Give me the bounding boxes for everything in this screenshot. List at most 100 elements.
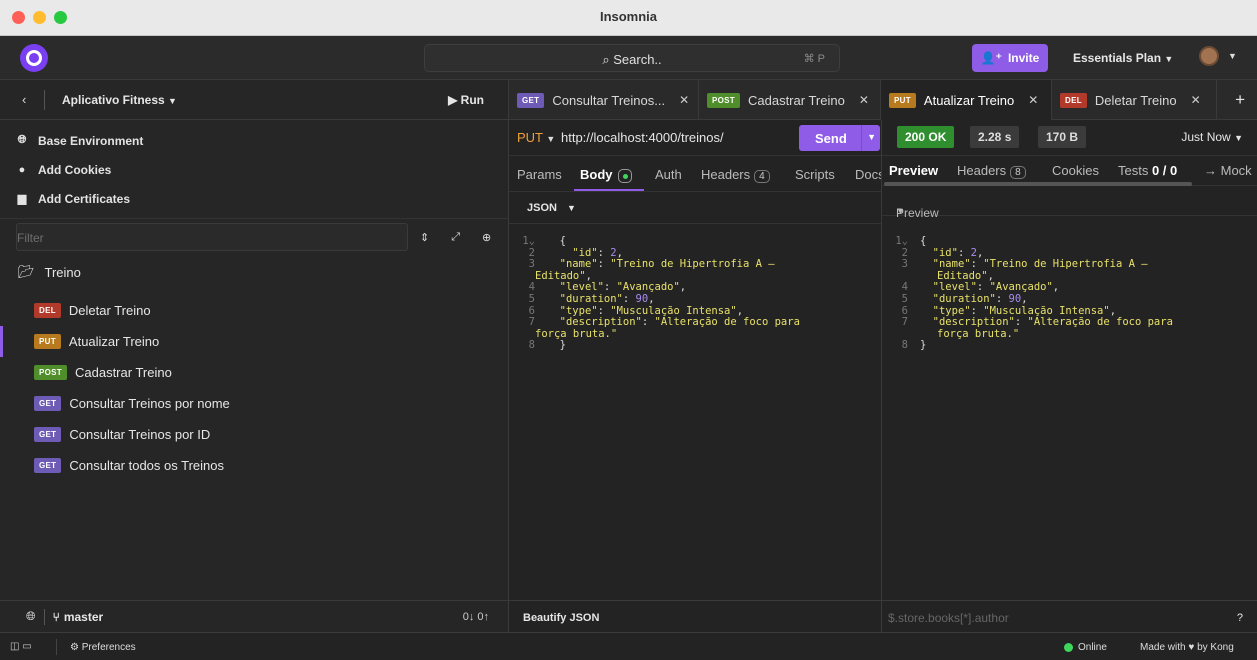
tab-label: Cadastrar Treino — [747, 92, 845, 108]
response-time-badge: 2.28 s — [970, 126, 1020, 148]
close-icon[interactable]: ✕ — [1028, 93, 1038, 107]
insomnia-logo-icon[interactable] — [20, 44, 48, 72]
json-value: "Treino de Hipertrofia A – — [983, 258, 1148, 271]
preview-mode-selector[interactable]: Preview ▼ — [882, 186, 1257, 220]
chevron-down-icon: ▼ — [1164, 54, 1174, 64]
request-pane: PUT ▼ http://localhost:4000/treinos/ Sen… — [509, 120, 882, 632]
add-user-icon: 👤⁺ — [980, 51, 1002, 65]
method-selector[interactable]: PUT ▼ — [517, 130, 555, 145]
tests-count: 0 / 0 — [1151, 163, 1178, 178]
tab-label: Headers — [701, 167, 751, 182]
git-branch-icon: ⑂ — [52, 609, 60, 624]
online-status: Online — [1064, 642, 1107, 653]
close-icon[interactable]: ✕ — [679, 93, 689, 107]
tab-consultar-treinos[interactable]: GET Consultar Treinos... ✕ — [509, 80, 699, 120]
git-sync-status[interactable]: 0↓ 0↑ — [463, 611, 489, 623]
json-value: "Treino de Hipertrofia A – — [610, 258, 775, 271]
tab-cookies[interactable]: Cookies — [1052, 163, 1099, 178]
cookie-icon: ● — [18, 163, 26, 176]
add-icon[interactable]: ⊕ — [482, 231, 491, 244]
method-badge: GET — [34, 396, 62, 411]
base-environment-item[interactable]: 🌐︎ Base Environment — [0, 126, 508, 155]
chevron-left-icon[interactable]: ‹ — [22, 92, 26, 107]
tab-mock[interactable]: → Mock — [1204, 163, 1252, 178]
method-label: PUT — [517, 130, 543, 145]
preferences-button[interactable]: ⚙ Preferences — [70, 642, 136, 653]
request-tabs: GET Consultar Treinos... ✕ POST Cadastrar T… — [509, 80, 1257, 120]
folder-treino[interactable]: 📂︎ Treino — [0, 262, 509, 282]
tab-cadastrar-treino[interactable]: POST Cadastrar Treino ✕ — [699, 80, 881, 120]
search-shortcut: ⌘ P — [803, 53, 825, 65]
list-item[interactable]: DEL Deletar Treino — [0, 295, 509, 326]
json-value: "Alteração de foco para — [1027, 316, 1173, 329]
tab-body[interactable]: Body — [580, 167, 632, 183]
chevron-down-icon[interactable]: ▼ — [1228, 51, 1237, 61]
invite-button[interactable]: 👤⁺ Invite — [972, 44, 1048, 72]
body-type-selector[interactable]: JSON ▼ — [509, 192, 881, 224]
plan-dropdown[interactable]: Essentials Plan ▼ — [1073, 51, 1173, 65]
list-item[interactable]: PUT Atualizar Treino — [0, 326, 509, 357]
url-input[interactable]: http://localhost:4000/treinos/ — [561, 130, 724, 145]
filter-field[interactable] — [16, 223, 408, 251]
git-bar: 🌐︎ ⑂ master 0↓ 0↑ — [0, 600, 509, 632]
window-title: Insomnia — [599, 9, 658, 24]
tab-label: Tests — [1118, 163, 1149, 178]
beautify-json-button[interactable]: Beautify JSON — [509, 600, 881, 632]
new-tab-button[interactable]: + — [1235, 90, 1245, 110]
json-value: 90 — [635, 292, 649, 305]
avatar[interactable] — [1199, 46, 1219, 66]
tab-docs[interactable]: Docs — [855, 167, 881, 182]
send-button[interactable]: Send ▼ — [799, 125, 880, 151]
branch-label: master — [63, 609, 104, 624]
top-bar: ⌕ Search.. ⌘ P 👤⁺ Invite Essentials Plan… — [0, 36, 1257, 80]
response-body-viewer[interactable]: 1⌄{ 2 "id": 2, 3 "name": "Treino de Hipe… — [882, 235, 1257, 352]
close-icon[interactable]: ✕ — [859, 93, 869, 107]
tab-params[interactable]: Params — [517, 167, 562, 182]
project-dropdown[interactable]: Aplicativo Fitness ▼ — [62, 93, 177, 107]
status-bar: ◫ ▭ ⚙ Preferences Online Made with ♥ by … — [0, 632, 1257, 660]
list-item[interactable]: GET Consultar todos os Treinos — [0, 450, 509, 481]
request-label: Atualizar Treino — [68, 334, 160, 349]
tab-tests[interactable]: Tests 0 / 0 — [1118, 163, 1177, 178]
request-body-editor[interactable]: 1⌄ { 2 "id": 2, 3 "name": "Treino de Hip… — [509, 235, 881, 352]
add-cookies-item[interactable]: ● Add Cookies — [0, 155, 508, 184]
chevron-down-icon: ▼ — [567, 203, 576, 213]
chevron-down-icon[interactable]: ▼ — [867, 132, 876, 142]
sort-icon[interactable]: ⇕ — [420, 231, 429, 244]
list-item[interactable]: GET Consultar Treinos por ID — [0, 419, 509, 450]
list-item[interactable]: GET Consultar Treinos por nome — [0, 388, 509, 419]
json-value: 2 — [610, 246, 617, 259]
add-certificates-item[interactable]: ▆ Add Certificates — [0, 184, 508, 213]
close-icon[interactable]: ✕ — [1191, 93, 1201, 107]
tab-atualizar-treino[interactable]: PUT Atualizar Treino ✕ — [881, 80, 1052, 120]
method-badge: GET — [517, 92, 545, 108]
tab-scripts[interactable]: Scripts — [795, 167, 835, 182]
method-badge: POST — [34, 365, 67, 380]
globe-icon[interactable]: 🌐︎ — [26, 609, 36, 624]
tab-response-headers[interactable]: Headers 8 — [957, 163, 1026, 179]
tab-headers[interactable]: Headers 4 — [701, 167, 770, 183]
request-label: Consultar Treinos por nome — [69, 396, 230, 411]
chevron-down-icon: ▼ — [168, 96, 177, 106]
json-value: "Avançado" — [616, 281, 680, 294]
tab-auth[interactable]: Auth — [655, 167, 682, 182]
json-value: "Avançado" — [989, 281, 1053, 294]
help-icon[interactable]: ? — [1237, 612, 1243, 624]
method-badge: GET — [34, 427, 62, 442]
filter-input[interactable] — [17, 231, 407, 245]
json-value: força bruta." — [535, 327, 618, 340]
run-button[interactable]: ▶ Run — [448, 93, 484, 107]
expand-icon[interactable]: ⤢ — [451, 231, 460, 244]
list-item[interactable]: POST Cadastrar Treino — [0, 357, 509, 388]
tab-preview[interactable]: Preview — [889, 163, 938, 178]
made-with-kong-link[interactable]: Made with ♥ by Kong — [1140, 642, 1234, 653]
branch-selector[interactable]: ⑂ master — [53, 610, 104, 624]
tab-label: Consultar Treinos... — [552, 92, 666, 108]
history-dropdown[interactable]: Just Now ▼ — [1181, 130, 1243, 144]
request-label: Deletar Treino — [68, 303, 151, 318]
response-filter-input[interactable]: $.store.books[*].author ? — [882, 600, 1257, 632]
search-input[interactable]: ⌕ Search.. ⌘ P — [424, 44, 840, 72]
tab-deletar-treino[interactable]: DEL Deletar Treino ✕ — [1052, 80, 1217, 120]
method-badge: DEL — [34, 303, 61, 318]
layout-toggle-icon[interactable]: ◫ ▭ — [10, 641, 32, 652]
